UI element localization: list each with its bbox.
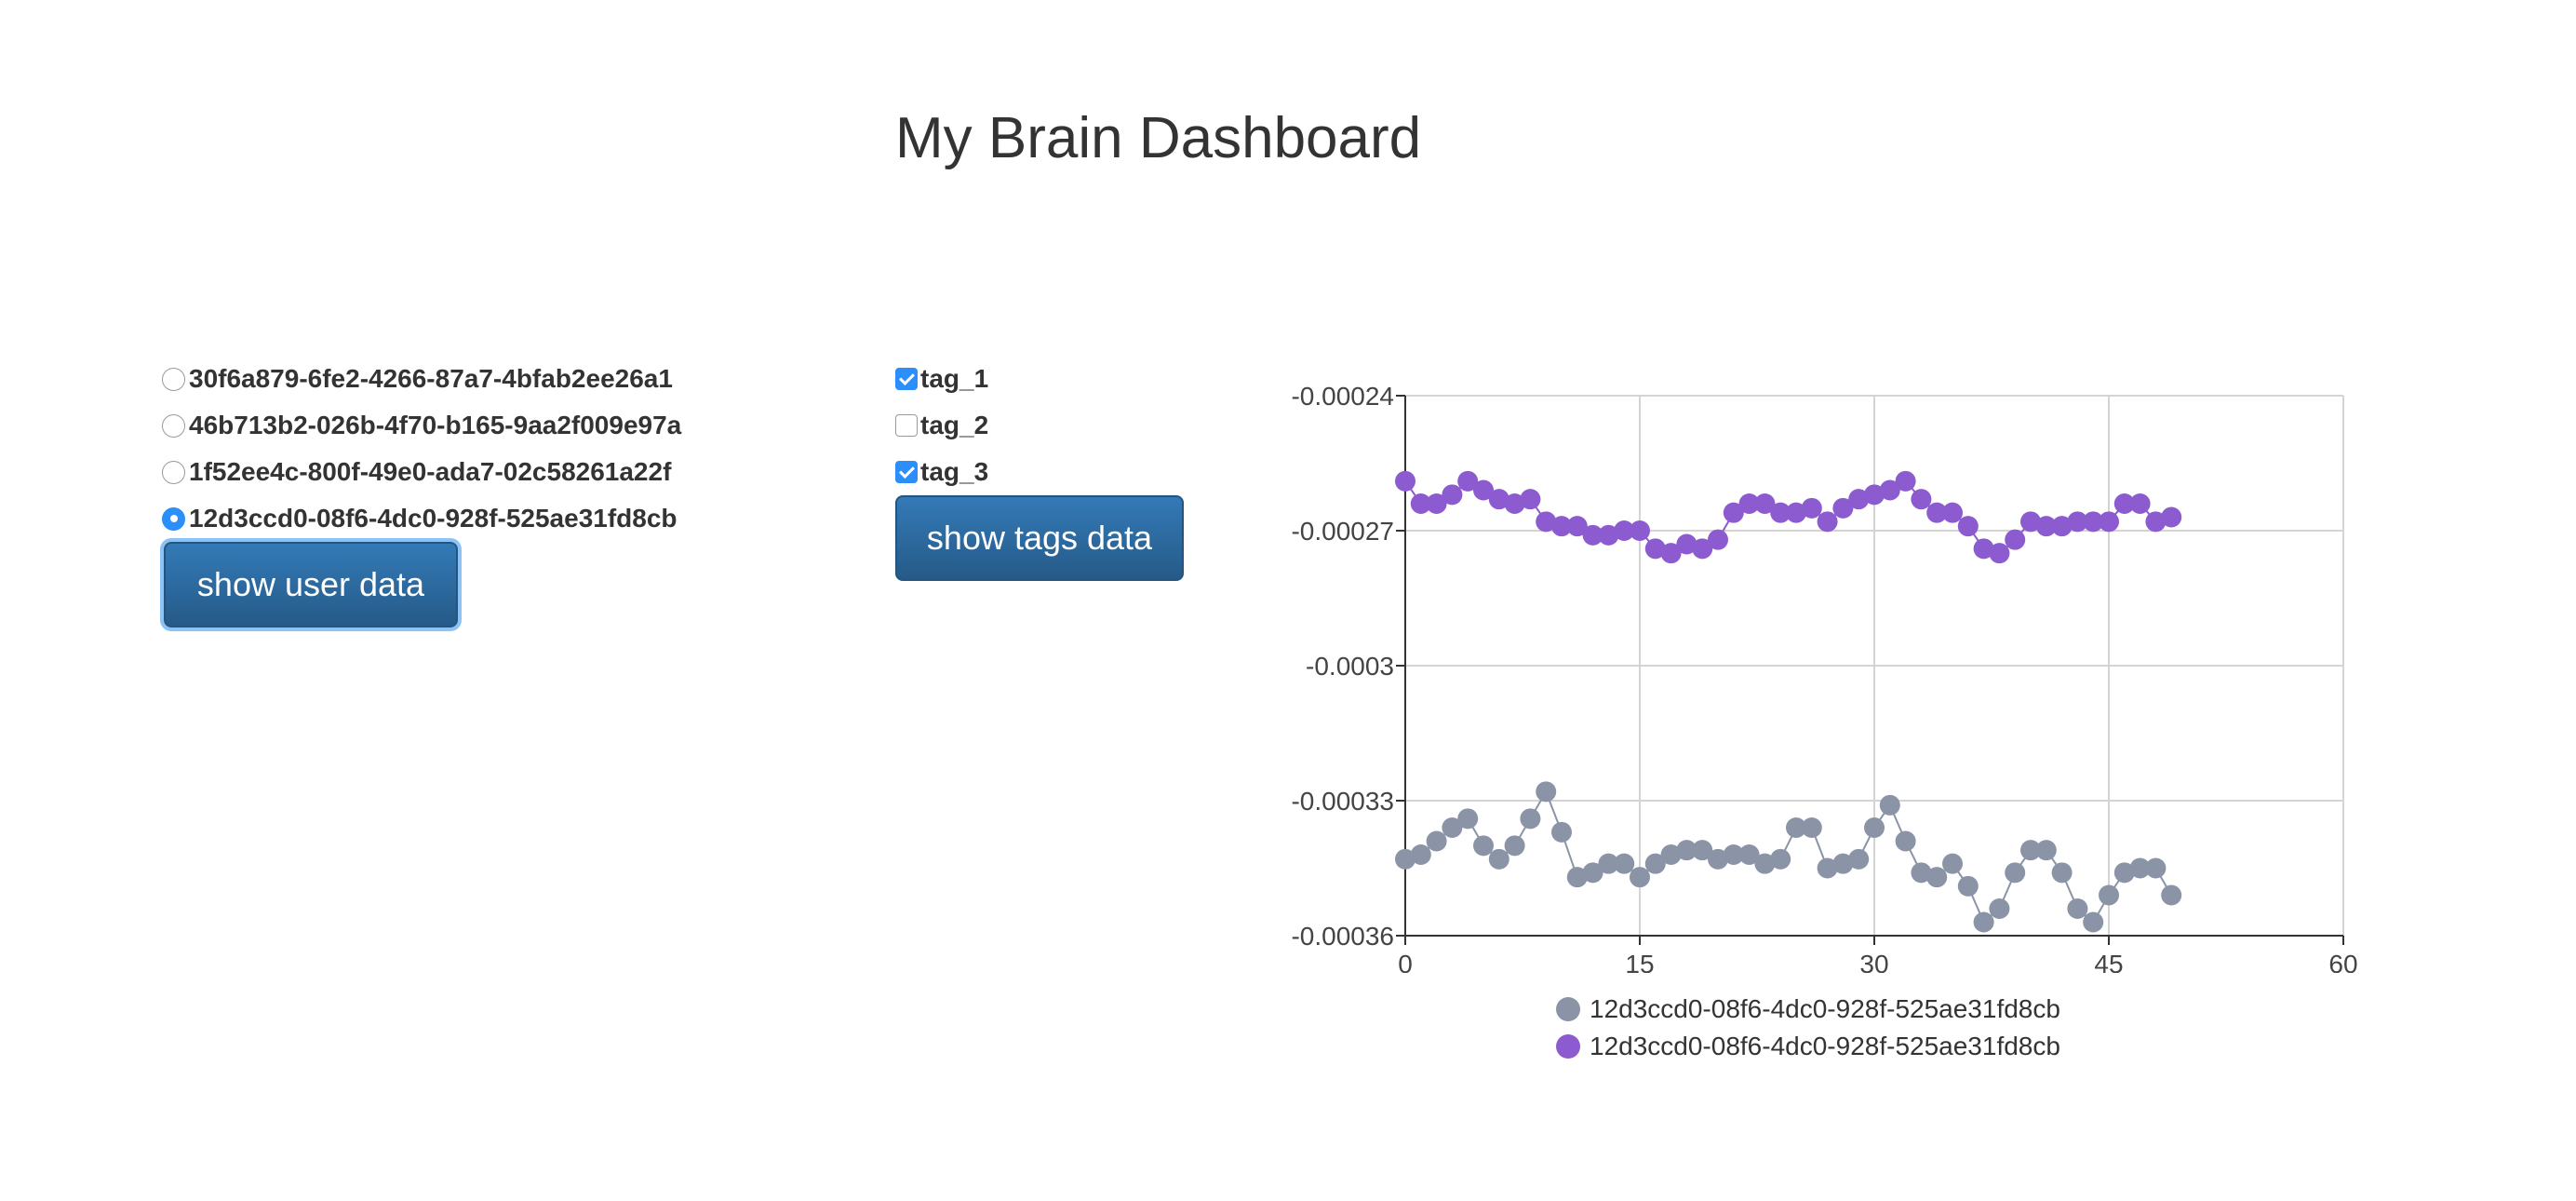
legend-marker-purple	[1556, 1034, 1580, 1059]
y-tick-label: -0.00024	[1291, 382, 1394, 411]
data-point-series-0	[1973, 911, 1994, 933]
legend-item[interactable]: 12d3ccd0-08f6-4dc0-928f-525ae31fd8cb	[1556, 1028, 2060, 1065]
y-tick-label: -0.00036	[1291, 922, 1394, 951]
show-tags-data-button[interactable]: show tags data	[895, 495, 1184, 581]
data-point-series-1	[1817, 511, 1838, 533]
page-title: My Brain Dashboard	[895, 106, 1422, 170]
tag-checkbox[interactable]	[895, 414, 918, 437]
data-point-series-0	[1957, 875, 1979, 897]
user-option-label: 1f52ee4c-800f-49e0-ada7-02c58261a22f	[189, 457, 672, 486]
x-tick-label: 60	[2328, 950, 2357, 973]
data-point-series-1	[1520, 489, 1541, 510]
data-point-series-0	[1488, 848, 1509, 870]
user-radio-group: 30f6a879-6fe2-4266-87a7-4bfab2ee26a1 46b…	[162, 356, 681, 542]
data-point-series-0	[2035, 840, 2057, 861]
user-radio-button-selected[interactable]	[162, 506, 185, 531]
legend-label: 12d3ccd0-08f6-4dc0-928f-525ae31fd8cb	[1590, 1032, 2060, 1060]
data-point-series-1	[2099, 511, 2119, 533]
user-option[interactable]: 1f52ee4c-800f-49e0-ada7-02c58261a22f	[162, 449, 681, 495]
data-point-series-0	[2005, 862, 2026, 884]
data-point-series-0	[1551, 821, 1572, 843]
data-point-series-1	[1708, 529, 1728, 550]
data-point-series-0	[1989, 898, 2010, 919]
data-point-series-1	[1395, 470, 1415, 492]
legend-item[interactable]: 12d3ccd0-08f6-4dc0-928f-525ae31fd8cb	[1556, 991, 2060, 1028]
user-option-label: 30f6a879-6fe2-4266-87a7-4bfab2ee26a1	[189, 364, 673, 393]
data-point-series-0	[1504, 835, 1525, 857]
legend-label: 12d3ccd0-08f6-4dc0-928f-525ae31fd8cb	[1590, 994, 2060, 1023]
data-point-series-1	[1989, 543, 2010, 564]
tag-option[interactable]: tag_1	[895, 356, 988, 402]
x-tick-label: 30	[1859, 950, 1888, 973]
tag-checkbox-checked[interactable]	[895, 368, 918, 390]
tag-option-label: tag_3	[920, 457, 989, 486]
data-point-series-0	[1864, 817, 1885, 838]
tag-option-label: tag_2	[920, 411, 989, 439]
user-option[interactable]: 46b713b2-026b-4f70-b165-9aa2f009e97a	[162, 402, 681, 449]
data-point-series-1	[2005, 529, 2026, 550]
data-point-series-0	[2051, 862, 2073, 884]
data-point-series-1	[1442, 484, 1463, 506]
data-point-series-0	[2067, 898, 2088, 919]
data-point-series-0	[1614, 853, 1635, 874]
data-point-series-0	[1630, 867, 1650, 888]
y-tick-label: -0.00033	[1291, 787, 1394, 816]
user-option-label: 46b713b2-026b-4f70-b165-9aa2f009e97a	[189, 411, 682, 439]
y-tick-label: -0.00027	[1291, 517, 1394, 546]
data-point-series-1	[2129, 493, 2151, 514]
data-point-series-1	[2161, 506, 2182, 528]
x-tick-label: 15	[1625, 950, 1654, 973]
data-point-series-0	[2161, 884, 2182, 906]
data-point-series-0	[1536, 781, 1557, 803]
data-point-series-1	[1801, 497, 1822, 519]
y-tick-label: -0.0003	[1306, 652, 1394, 681]
show-user-data-button[interactable]: show user data	[164, 542, 458, 627]
data-point-series-0	[1457, 808, 1479, 830]
data-point-series-1	[1942, 502, 1963, 523]
data-point-series-0	[2083, 911, 2104, 933]
data-point-series-0	[1848, 848, 1870, 870]
user-option-label: 12d3ccd0-08f6-4dc0-928f-525ae31fd8cb	[189, 504, 678, 533]
data-point-series-1	[1957, 516, 1979, 537]
data-point-series-1	[1911, 489, 1932, 510]
line-chart: -0.00024 -0.00027 -0.0003 -0.00033 -0.000360…	[1291, 382, 2357, 973]
data-point-series-0	[1473, 835, 1494, 857]
tag-option[interactable]: tag_2	[895, 402, 988, 449]
data-point-series-1	[1895, 470, 1916, 492]
data-point-series-1	[1630, 520, 1650, 541]
data-point-series-0	[1926, 867, 1948, 888]
tag-checkbox-group: tag_1 tag_2 tag_3	[895, 356, 988, 495]
data-point-series-0	[1942, 853, 1963, 874]
legend-marker-gray	[1556, 997, 1580, 1021]
data-point-series-0	[1879, 794, 1900, 816]
chart-legend: 12d3ccd0-08f6-4dc0-928f-525ae31fd8cb 12d…	[1556, 991, 2060, 1065]
data-point-series-0	[2099, 884, 2119, 906]
data-point-series-0	[1426, 830, 1447, 852]
data-point-series-0	[1895, 830, 1916, 852]
data-point-series-0	[1410, 844, 1431, 865]
x-tick-label: 45	[2094, 950, 2123, 973]
user-radio-button[interactable]	[162, 413, 185, 438]
user-option[interactable]: 12d3ccd0-08f6-4dc0-928f-525ae31fd8cb	[162, 495, 681, 542]
user-radio-button[interactable]	[162, 367, 185, 391]
data-point-series-0	[1801, 817, 1822, 838]
data-point-series-0	[1520, 808, 1541, 830]
user-option[interactable]: 30f6a879-6fe2-4266-87a7-4bfab2ee26a1	[162, 356, 681, 402]
data-point-series-0	[2145, 857, 2167, 879]
user-radio-button[interactable]	[162, 460, 185, 484]
data-point-series-0	[1770, 848, 1791, 870]
tag-option-label: tag_1	[920, 364, 989, 393]
tag-checkbox-checked[interactable]	[895, 461, 918, 483]
tag-option[interactable]: tag_3	[895, 449, 988, 495]
x-tick-label: 0	[1398, 950, 1413, 973]
